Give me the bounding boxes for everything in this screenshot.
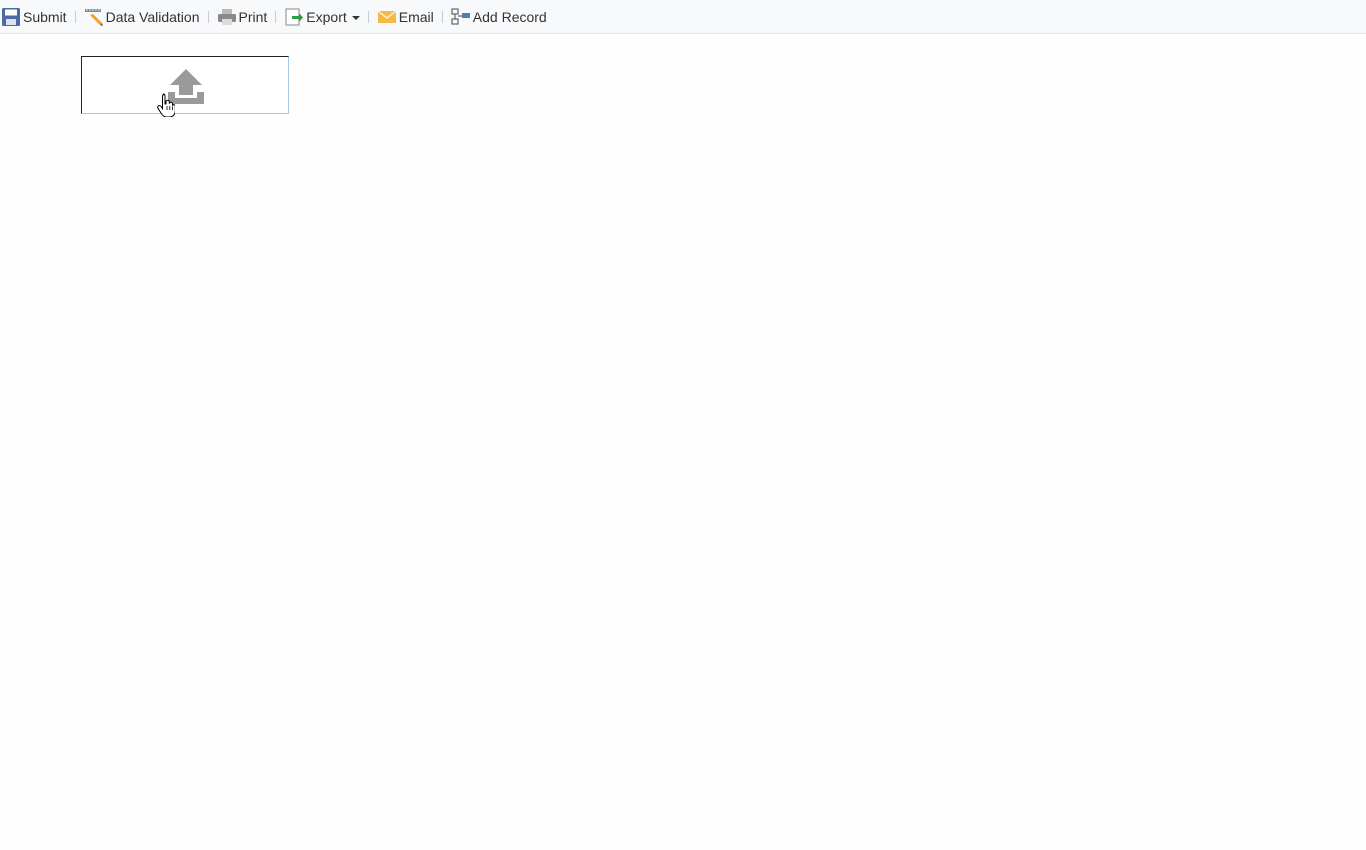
toolbar-divider <box>207 10 209 23</box>
toolbar-divider <box>367 10 369 23</box>
toolbar: Submit Data Validation Print Export Emai… <box>0 0 1366 34</box>
toolbar-divider <box>74 10 76 23</box>
data-validation-button[interactable]: Data Validation <box>84 5 200 29</box>
toolbar-divider <box>275 10 277 23</box>
print-button[interactable]: Print <box>217 5 268 29</box>
submit-button[interactable]: Submit <box>1 5 67 29</box>
add-record-icon <box>451 7 471 27</box>
email-label: Email <box>398 8 434 25</box>
file-upload-button[interactable] <box>81 56 289 118</box>
data-validation-label: Data Validation <box>105 8 200 25</box>
toolbar-divider <box>441 10 443 23</box>
hand-cursor-icon <box>157 93 176 118</box>
email-button[interactable]: Email <box>377 5 434 29</box>
envelope-icon <box>377 7 397 27</box>
add-record-label: Add Record <box>472 8 547 25</box>
chevron-down-icon <box>351 15 360 20</box>
save-icon <box>1 7 21 27</box>
add-record-button[interactable]: Add Record <box>451 5 547 29</box>
export-dropdown[interactable]: Export <box>284 5 360 29</box>
ruler-pencil-icon <box>84 7 104 27</box>
submit-label: Submit <box>23 8 67 25</box>
export-label: Export <box>306 8 347 25</box>
print-label: Print <box>238 8 268 25</box>
export-icon <box>284 7 304 27</box>
printer-icon <box>217 7 237 27</box>
